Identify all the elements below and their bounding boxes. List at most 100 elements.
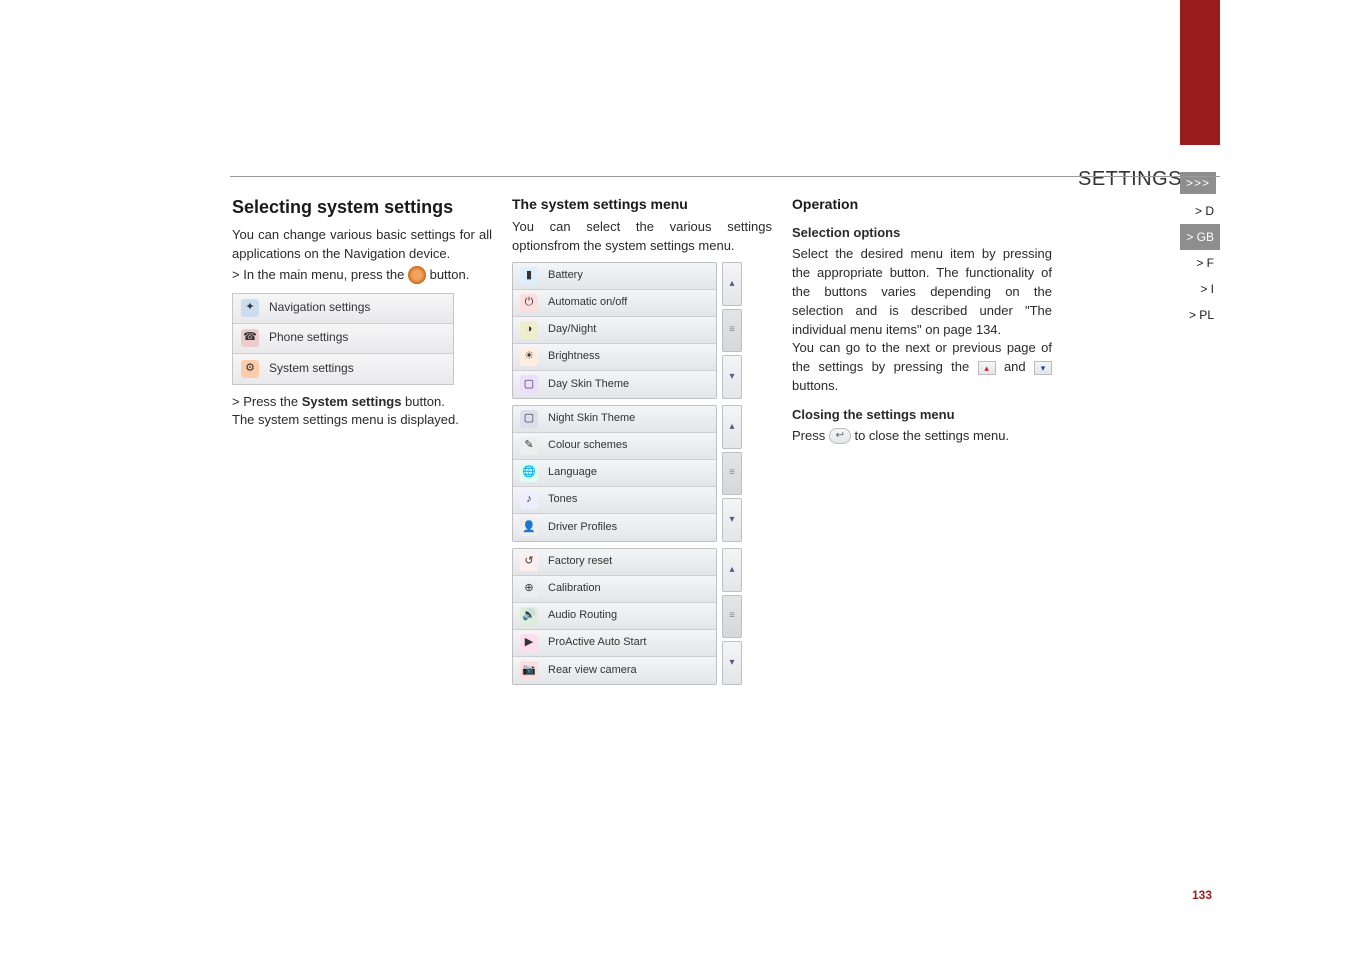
menu-item-navigation[interactable]: ✦ Navigation settings <box>233 294 453 324</box>
content-columns: Selecting system settings You can change… <box>232 194 1052 695</box>
scroll-mid-button[interactable]: ≡ <box>722 309 742 353</box>
main-settings-menu: ✦ Navigation settings ☎ Phone settings ⚙… <box>232 293 454 385</box>
step2-suffix: button. <box>401 394 444 409</box>
row-label: Driver Profiles <box>548 520 617 536</box>
row-label: Brightness <box>548 349 600 365</box>
reset-icon: ↺ <box>520 553 538 571</box>
row-label: Night Skin Theme <box>548 411 635 427</box>
palette-icon: ✎ <box>520 437 538 455</box>
row-factory-reset[interactable]: ↺ Factory reset <box>513 549 716 576</box>
lang-tab-d[interactable]: > D <box>1180 198 1220 224</box>
row-battery[interactable]: ▮ Battery <box>513 263 716 290</box>
system-settings-bold: System settings <box>302 394 402 409</box>
page-number: 133 <box>1192 888 1212 902</box>
scroll-down-button[interactable]: ▾ <box>722 355 742 399</box>
row-label: Language <box>548 465 597 481</box>
row-tones[interactable]: ♪Tones <box>513 487 716 514</box>
compass-icon: ✦ <box>241 299 259 317</box>
scroll-mid-button[interactable]: ≡ <box>722 595 742 639</box>
phone-icon: ☎ <box>241 329 259 347</box>
col1-intro: You can change various basic settings fo… <box>232 226 492 264</box>
row-label: Audio Routing <box>548 608 617 624</box>
margin-red-bar <box>1180 0 1220 145</box>
menu-item-system[interactable]: ⚙ System settings <box>233 354 453 384</box>
sub2-prefix: Press <box>792 428 829 443</box>
row-label: Day/Night <box>548 322 596 338</box>
row-label: ProActive Auto Start <box>548 635 646 651</box>
row-audio-routing[interactable]: 🔊 Audio Routing <box>513 603 716 630</box>
profiles-icon: 👤 <box>520 518 538 536</box>
settings-page-2-rows: ▢ Night Skin Theme ✎ Colour schemes 🌐 Langu… <box>512 405 717 542</box>
col3-heading: Operation <box>792 194 1052 214</box>
scrollbar-3: ▴ ≡ ▾ <box>722 548 742 685</box>
step2-prefix: > Press the <box>232 394 302 409</box>
settings-page-1: ▮ Battery ⏻Automatic on/off ◑Day/Night ☀ B… <box>512 262 742 399</box>
autostart-icon: ▶ <box>520 634 538 652</box>
row-proactive-auto-start[interactable]: ▶ ProActive Auto Start <box>513 630 716 657</box>
row-label: Day Skin Theme <box>548 377 629 393</box>
row-auto-onoff[interactable]: ⏻Automatic on/off <box>513 290 716 317</box>
menu-item-label: Navigation settings <box>269 299 370 316</box>
row-label: Calibration <box>548 581 601 597</box>
lang-tab-f[interactable]: > F <box>1180 250 1220 276</box>
col1-heading: Selecting system settings <box>232 194 492 220</box>
row-label: Battery <box>548 268 583 284</box>
system-settings-list: ▮ Battery ⏻Automatic on/off ◑Day/Night ☀ B… <box>512 262 742 685</box>
row-brightness[interactable]: ☀ Brightness <box>513 344 716 371</box>
section-heading: SETTINGS <box>1078 168 1182 191</box>
manual-page: SETTINGS >>> > D > GB > F > I > PL Selec… <box>0 0 1350 954</box>
scroll-mid-button[interactable]: ≡ <box>722 452 742 496</box>
audio-icon: 🔊 <box>520 607 538 625</box>
row-calibration[interactable]: ⊕ Calibration <box>513 576 716 603</box>
page-up-icon: ▴ <box>978 361 996 375</box>
row-day-night[interactable]: ◑Day/Night <box>513 317 716 344</box>
brightness-icon: ☀ <box>520 348 538 366</box>
row-driver-profiles[interactable]: 👤 Driver Profiles <box>513 514 716 541</box>
row-colour-schemes[interactable]: ✎ Colour schemes <box>513 433 716 460</box>
scroll-up-button[interactable]: ▴ <box>722 405 742 449</box>
back-button-icon: ↩ <box>829 428 851 444</box>
row-label: Colour schemes <box>548 438 627 454</box>
col3-sub2-heading: Closing the settings menu <box>792 406 1052 425</box>
theme-day-icon: ▢ <box>520 375 538 393</box>
theme-night-icon: ▢ <box>520 410 538 428</box>
step1-suffix: button. <box>430 267 470 282</box>
tones-icon: ♪ <box>520 491 538 509</box>
row-night-skin[interactable]: ▢ Night Skin Theme <box>513 406 716 433</box>
scroll-up-button[interactable]: ▴ <box>722 262 742 306</box>
settings-page-1-rows: ▮ Battery ⏻Automatic on/off ◑Day/Night ☀ B… <box>512 262 717 399</box>
column-3: Operation Selection options Select the d… <box>792 194 1052 695</box>
calibration-icon: ⊕ <box>520 580 538 598</box>
menu-item-phone[interactable]: ☎ Phone settings <box>233 324 453 354</box>
scroll-up-button[interactable]: ▴ <box>722 548 742 592</box>
language-tabs: > D > GB > F > I > PL <box>1180 198 1220 328</box>
col1-result: The system settings menu is displayed. <box>232 411 492 430</box>
col2-intro: You can select the various settings opti… <box>512 218 772 256</box>
row-label: Factory reset <box>548 554 612 570</box>
row-label: Rear view camera <box>548 663 637 679</box>
scroll-down-button[interactable]: ▾ <box>722 498 742 542</box>
scrollbar-2: ▴ ≡ ▾ <box>722 405 742 542</box>
row-language[interactable]: 🌐 Language <box>513 460 716 487</box>
step1-prefix: > In the main menu, press the <box>232 267 408 282</box>
scroll-down-button[interactable]: ▾ <box>722 641 742 685</box>
globe-icon: 🌐 <box>520 464 538 482</box>
col1-step2: > Press the System settings button. <box>232 393 492 412</box>
col3-sub1-text: Select the desired menu item by pressing… <box>792 245 1052 339</box>
row-rear-view-camera[interactable]: 📷 Rear view camera <box>513 657 716 684</box>
camera-icon: 📷 <box>520 661 538 679</box>
lang-tab-pl[interactable]: > PL <box>1180 302 1220 328</box>
gears-icon: ⚙ <box>241 360 259 378</box>
lang-tab-i[interactable]: > I <box>1180 276 1220 302</box>
paging-suffix: buttons. <box>792 378 838 393</box>
row-day-skin[interactable]: ▢ Day Skin Theme <box>513 371 716 398</box>
col3-sub2-text: Press ↩ to close the settings menu. <box>792 427 1052 446</box>
row-label: Automatic on/off <box>548 295 627 311</box>
battery-icon: ▮ <box>520 267 538 285</box>
lang-tab-gb[interactable]: > GB <box>1180 224 1220 250</box>
header-rule <box>230 176 1220 177</box>
col3-sub1-heading: Selection options <box>792 224 1052 243</box>
col3-paging: You can go to the next or previous page … <box>792 339 1052 396</box>
col2-heading: The system settings menu <box>512 194 772 214</box>
settings-page-3: ↺ Factory reset ⊕ Calibration 🔊 Audio Routi… <box>512 548 742 685</box>
